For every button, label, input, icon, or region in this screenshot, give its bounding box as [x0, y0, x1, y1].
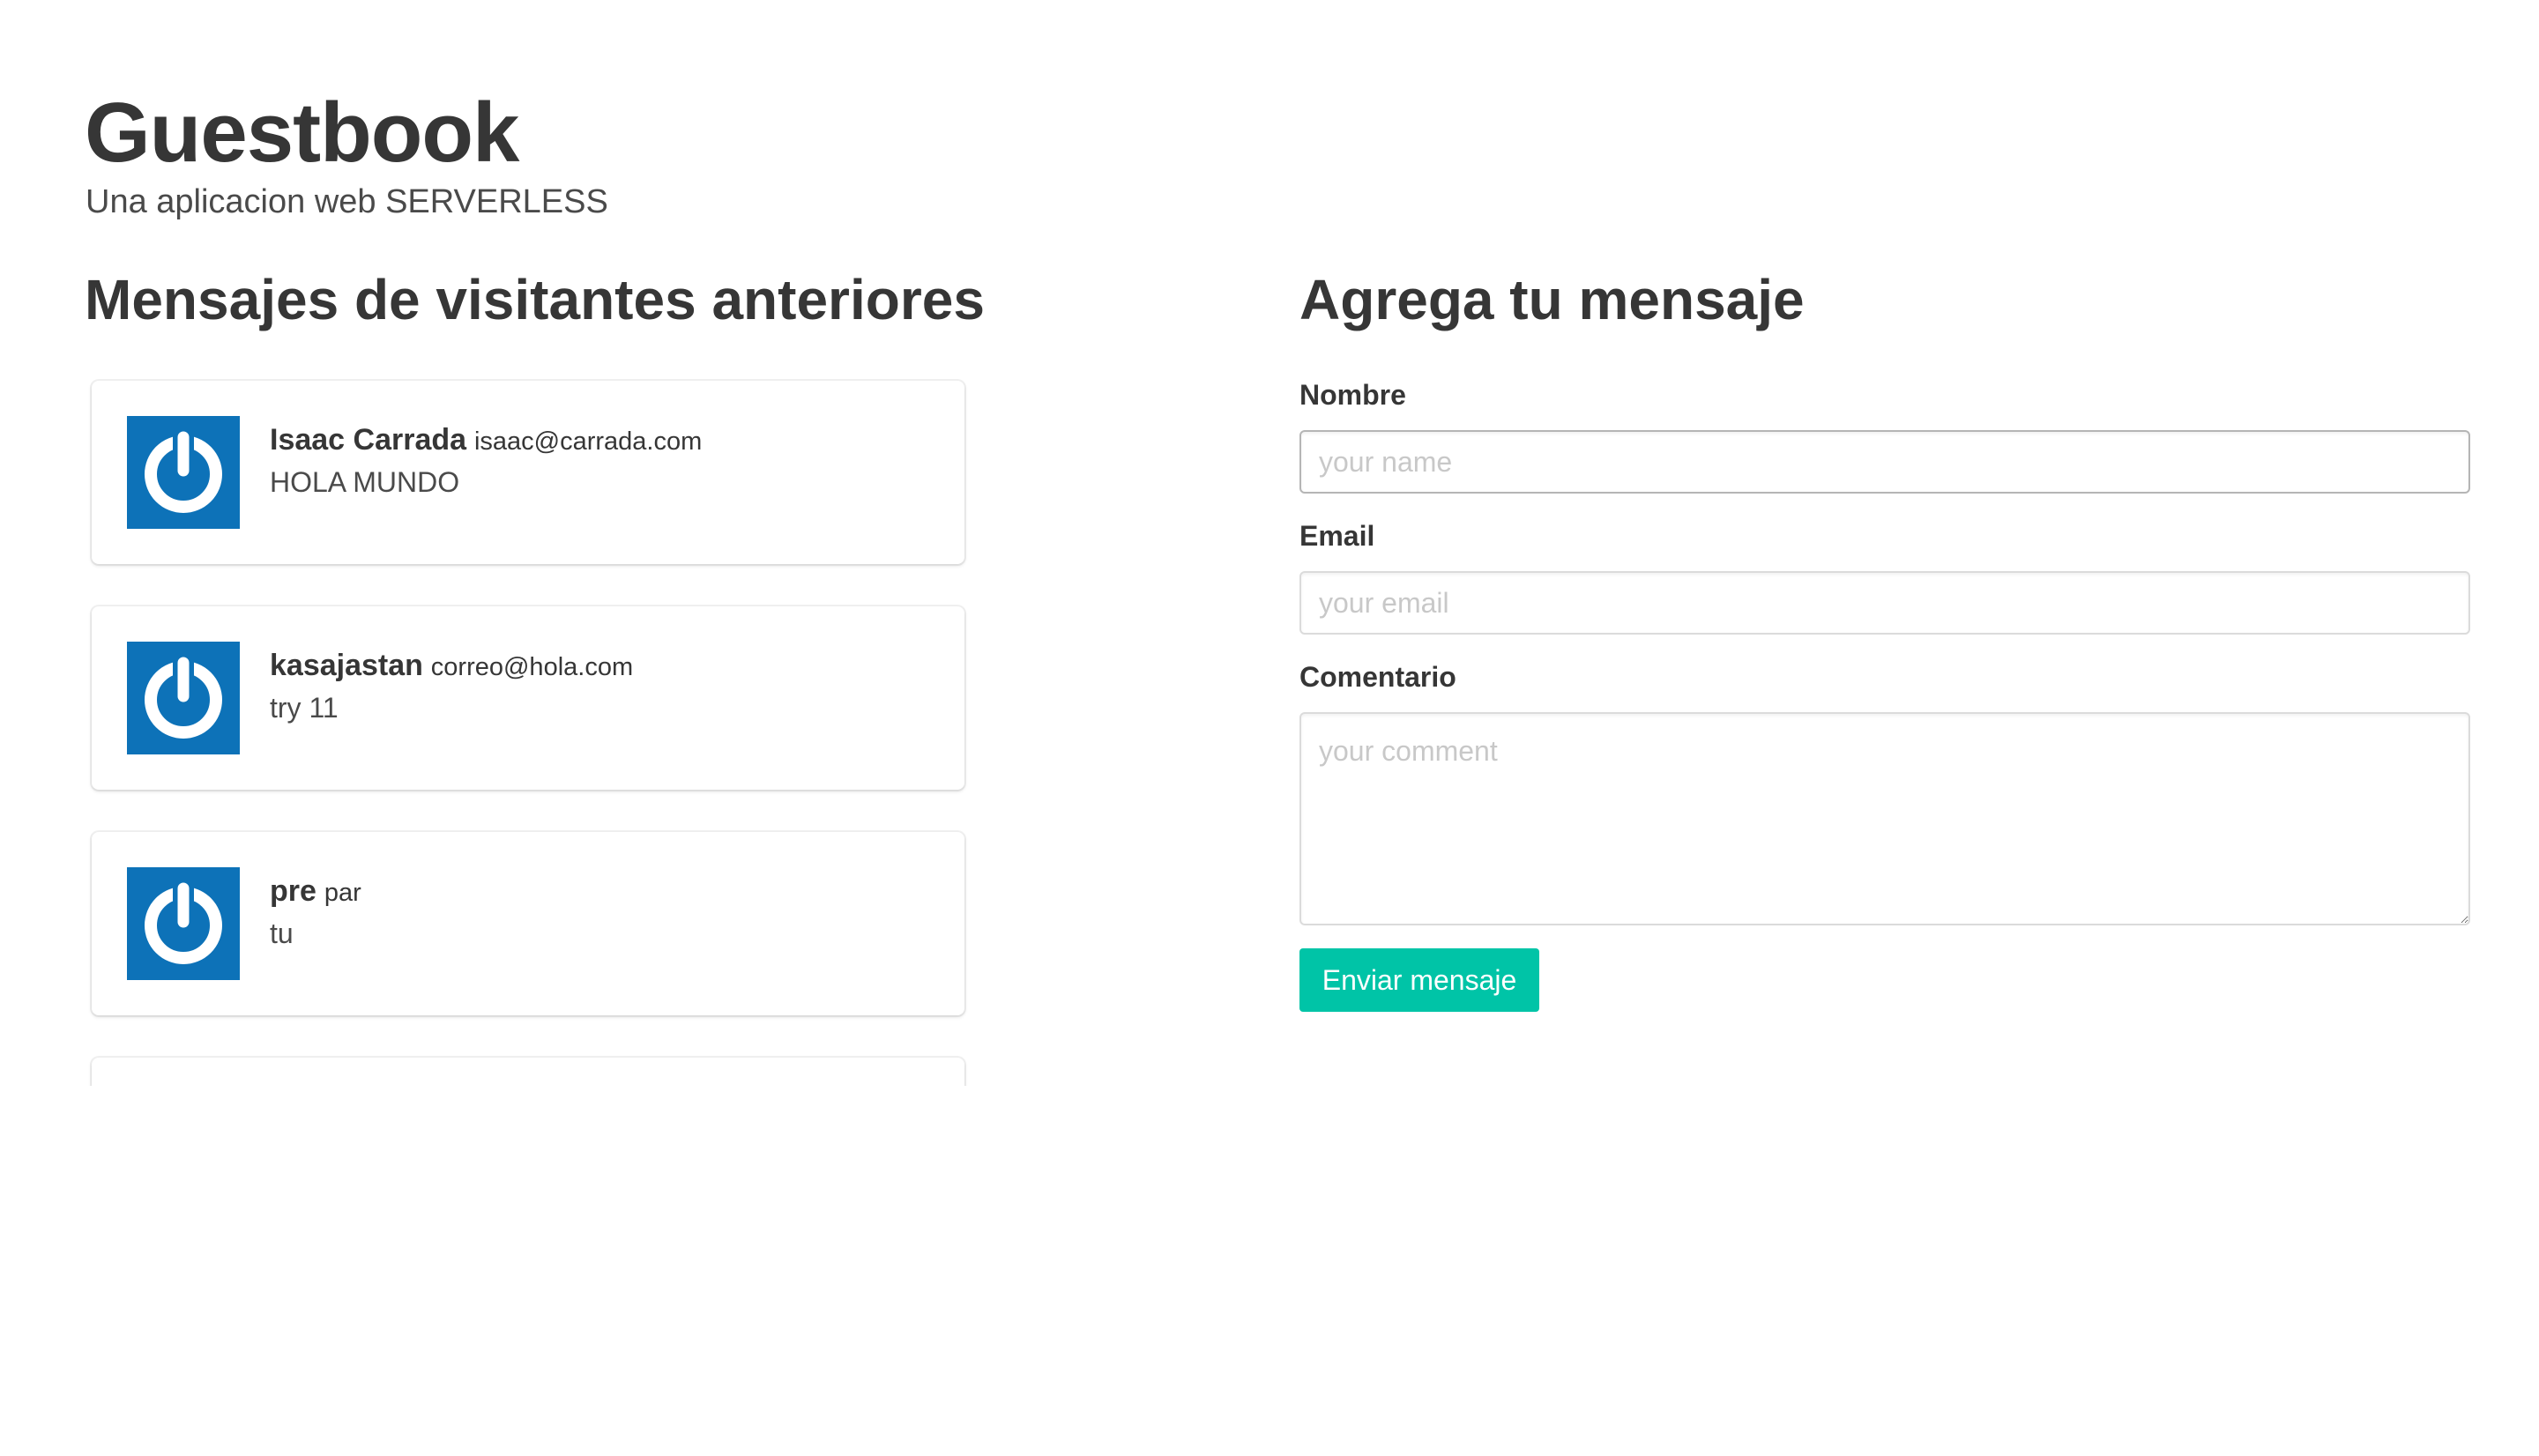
power-icon	[127, 642, 240, 754]
avatar	[127, 642, 240, 754]
message-card-partial	[92, 1058, 964, 1086]
avatar	[127, 416, 240, 529]
name-input[interactable]	[1299, 430, 2470, 494]
message-card: pre par tu	[92, 832, 964, 1015]
power-icon	[127, 416, 240, 529]
email-input[interactable]	[1299, 571, 2470, 635]
guestbook-page: Guestbook Una aplicacion web SERVERLESS …	[0, 0, 2539, 1456]
power-icon	[127, 867, 240, 980]
message-text: tu	[270, 917, 294, 949]
comment-label: Comentario	[1299, 661, 1456, 693]
form-heading: Agrega tu mensaje	[1299, 268, 1805, 331]
message-header: pre par	[270, 873, 361, 911]
message-card: Isaac Carrada isaac@carrada.com HOLA MUN…	[92, 381, 964, 564]
message-email: isaac@carrada.com	[473, 427, 703, 456]
message-header: Isaac Carrada isaac@carrada.com	[270, 421, 702, 460]
message-author: pre	[270, 874, 316, 908]
submit-button[interactable]: Enviar mensaje	[1299, 948, 1539, 1012]
comment-textarea[interactable]	[1299, 712, 2470, 925]
message-email: correo@hola.com	[430, 653, 634, 681]
messages-heading: Mensajes de visitantes anteriores	[85, 268, 985, 331]
name-label: Nombre	[1299, 379, 1406, 411]
message-email: par	[324, 879, 361, 907]
message-text: HOLA MUNDO	[270, 466, 460, 498]
message-card: kasajastan correo@hola.com try 11	[92, 606, 964, 790]
message-author: Isaac Carrada	[270, 423, 467, 457]
message-header: kasajastan correo@hola.com	[270, 647, 633, 686]
avatar	[127, 867, 240, 980]
page-title: Guestbook	[85, 85, 519, 180]
page-subtitle: Una aplicacion web SERVERLESS	[86, 183, 608, 220]
messages-list[interactable]: Isaac Carrada isaac@carrada.com HOLA MUN…	[85, 377, 975, 1086]
message-text: try 11	[270, 692, 339, 724]
message-author: kasajastan	[270, 649, 423, 682]
email-label: Email	[1299, 520, 1375, 552]
